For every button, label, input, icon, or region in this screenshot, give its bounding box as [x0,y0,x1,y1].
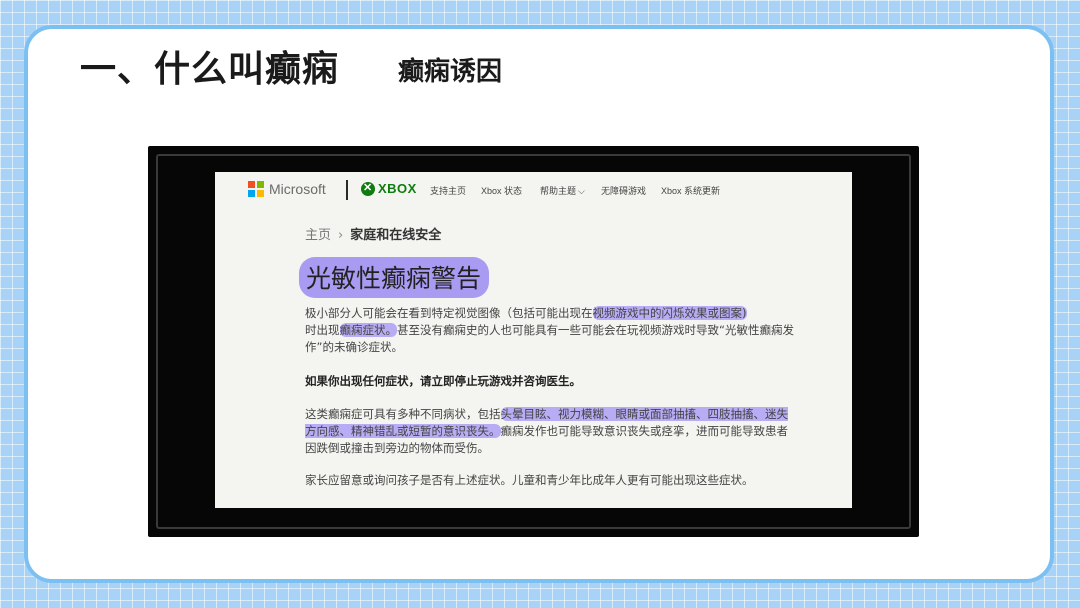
page-heading: 光敏性癫痫警告 [299,257,490,298]
webpage-screenshot: Microsoft XBOX 支持主页 Xbox 状态 帮助主题⌵ 无障碍游戏 … [215,172,852,508]
microsoft-logo-icon [248,181,264,197]
breadcrumb-home[interactable]: 主页 [305,228,331,243]
p1-text-c: 时出现 [305,323,340,337]
p1-highlight-visual-effects: 视频游戏中的闪烁效果或图案) [592,306,747,320]
nav-divider [346,180,348,200]
xbox-logo-text: XBOX [378,181,417,196]
top-nav: Microsoft XBOX 支持主页 Xbox 状态 帮助主题⌵ 无障碍游戏 … [215,172,852,208]
chevron-right-icon: › [338,228,344,243]
nav-link-help-topics-label: 帮助主题 [540,186,577,196]
slide-title: 一、什么叫癫痫 [80,49,340,90]
nav-link-support-home[interactable]: 支持主页 [430,184,466,197]
slide-subtitle: 癫痫诱因 [398,57,503,87]
breadcrumb: 主页 › 家庭和在线安全 [305,224,441,243]
p1-text-a: 极小部分人可能会在看到特定视觉图像（包括可能出现在 [305,306,593,320]
paragraph-stop-playing: 如果你出现任何症状，请立即停止玩游戏并咨询医生。 [305,374,581,388]
breadcrumb-current[interactable]: 家庭和在线安全 [350,228,441,243]
microsoft-logo-text: Microsoft [269,181,326,197]
xbox-logo-icon [361,181,375,196]
xbox-logo[interactable]: XBOX [361,181,417,196]
paragraph-intro: 极小部分人可能会在看到特定视觉图像（包括可能出现在视频游戏中的闪烁效果或图案) 时… [305,305,795,356]
chevron-down-icon: ⌵ [578,186,585,196]
p3-text-a: 这类癫痫症可具有多种不同病状，包括 [305,407,501,421]
nav-link-help-topics[interactable]: 帮助主题 ⌵ [540,184,585,197]
paragraph-parents: 家长应留意或询问孩子是否有上述症状。儿童和青少年比成年人更有可能出现这些症状。 [305,473,754,487]
nav-link-xbox-status[interactable]: Xbox 状态 [481,184,522,197]
p1-highlight-symptoms: 癫痫症状。 [339,323,397,337]
nav-link-accessible-gaming[interactable]: 无障碍游戏 [601,184,646,197]
paragraph-symptoms: 这类癫痫症可具有多种不同病状，包括头晕目眩、视力模糊、眼睛或面部抽搐、四肢抽搐、… [305,406,795,457]
microsoft-logo[interactable]: Microsoft [248,181,326,197]
nav-link-system-updates[interactable]: Xbox 系统更新 [661,184,720,197]
